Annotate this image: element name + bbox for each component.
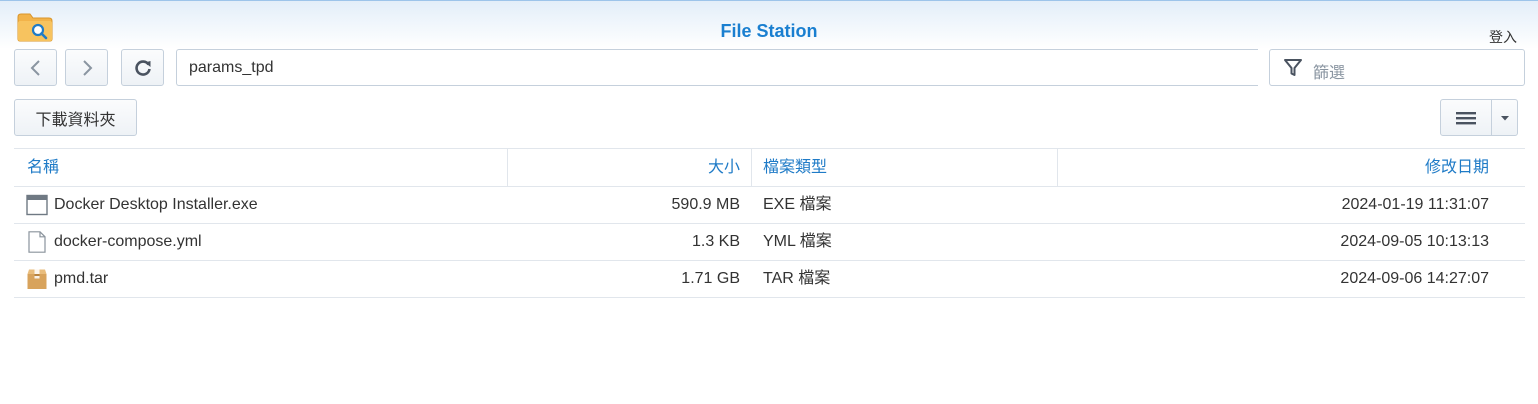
column-header-name[interactable]: 名稱 bbox=[27, 149, 59, 186]
view-mode-group bbox=[1440, 99, 1518, 136]
filter-placeholder: 篩選 bbox=[1313, 65, 1346, 82]
file-type: EXE 檔案 bbox=[763, 196, 832, 213]
list-view-button[interactable] bbox=[1441, 100, 1492, 135]
table-row[interactable]: docker-compose.yml 1.3 KB YML 檔案 2024-09… bbox=[14, 224, 1525, 261]
chevron-right-icon bbox=[82, 59, 92, 76]
app-title: File Station bbox=[720, 21, 818, 41]
column-header-type[interactable]: 檔案類型 bbox=[763, 149, 827, 186]
column-header-size[interactable]: 大小 bbox=[508, 149, 740, 186]
view-dropdown-button[interactable] bbox=[1492, 100, 1517, 135]
table-row[interactable]: pmd.tar 1.71 GB TAR 檔案 2024-09-06 14:27:… bbox=[14, 261, 1525, 298]
refresh-button[interactable] bbox=[121, 49, 164, 86]
file-modified: 2024-09-06 14:27:07 bbox=[1340, 270, 1489, 287]
file-name: Docker Desktop Installer.exe bbox=[54, 196, 258, 213]
chevron-left-icon bbox=[30, 59, 40, 76]
download-folder-button[interactable]: 下載資料夾 bbox=[14, 99, 137, 136]
column-header-modified[interactable]: 修改日期 bbox=[1058, 149, 1489, 186]
file-type: YML 檔案 bbox=[763, 233, 832, 250]
file-name: docker-compose.yml bbox=[54, 233, 202, 250]
file-size: 590.9 MB bbox=[671, 196, 740, 213]
archive-file-icon bbox=[27, 269, 47, 289]
file-modified: 2024-01-19 11:31:07 bbox=[1341, 196, 1489, 213]
file-modified: 2024-09-05 10:13:13 bbox=[1340, 233, 1489, 250]
document-file-icon bbox=[28, 231, 46, 253]
grid-header: 名稱 大小 檔案類型 修改日期 bbox=[14, 148, 1525, 187]
file-name: pmd.tar bbox=[54, 270, 109, 287]
filter-input[interactable]: 篩選 bbox=[1269, 49, 1525, 86]
exe-file-icon bbox=[26, 194, 48, 216]
forward-button[interactable] bbox=[65, 49, 108, 86]
file-size: 1.3 KB bbox=[691, 233, 740, 250]
back-button[interactable] bbox=[14, 49, 57, 86]
column-divider[interactable] bbox=[751, 149, 752, 186]
login-link[interactable]: 登入 bbox=[1489, 27, 1517, 47]
list-view-icon bbox=[1456, 111, 1476, 124]
file-grid: 名稱 大小 檔案類型 修改日期 Docker Desktop Installer… bbox=[14, 148, 1525, 298]
refresh-icon bbox=[134, 59, 151, 76]
filter-icon bbox=[1284, 59, 1302, 76]
table-row[interactable]: Docker Desktop Installer.exe 590.9 MB EX… bbox=[14, 187, 1525, 224]
file-type: TAR 檔案 bbox=[763, 270, 831, 287]
file-size: 1.71 GB bbox=[681, 270, 740, 287]
caret-down-icon bbox=[1500, 115, 1509, 120]
path-input[interactable]: params_tpd bbox=[176, 49, 1258, 86]
